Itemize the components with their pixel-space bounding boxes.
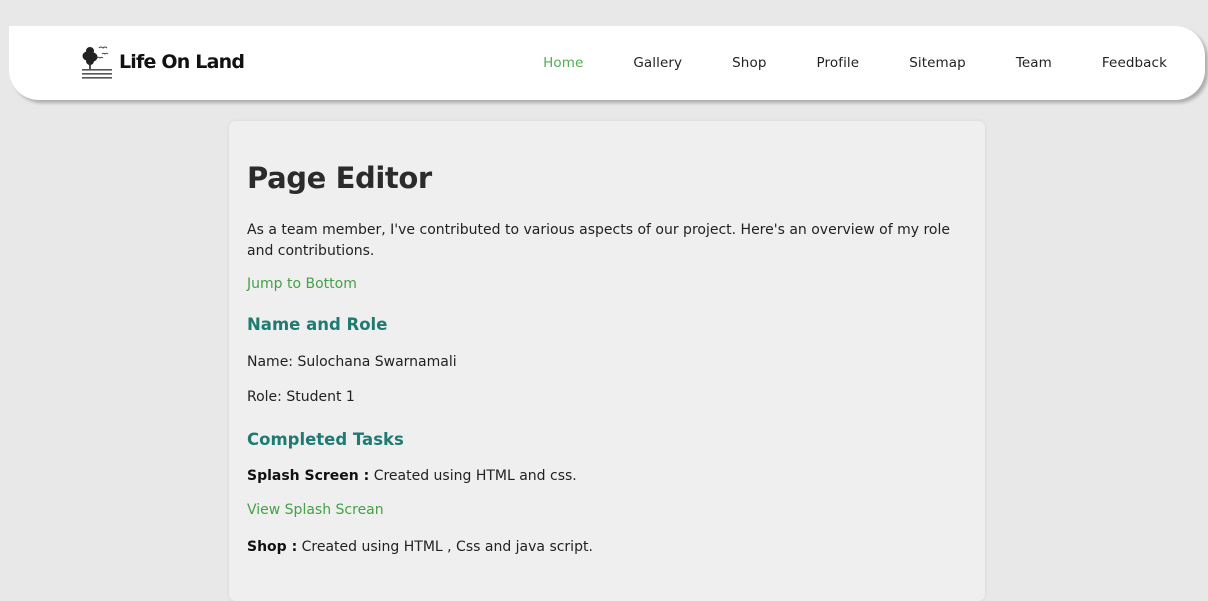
nav-shop[interactable]: Shop xyxy=(732,55,766,71)
content-card: Page Editor As a team member, I've contr… xyxy=(229,121,985,601)
tree-bird-logo-icon xyxy=(82,46,112,79)
nav-gallery[interactable]: Gallery xyxy=(633,55,682,71)
brand-logo[interactable]: Life On Land xyxy=(81,40,245,84)
nav-sitemap[interactable]: Sitemap xyxy=(909,55,966,71)
main-nav: Home Gallery Shop Profile Sitemap Team F… xyxy=(493,26,1167,100)
page-title: Page Editor xyxy=(247,161,432,195)
name-role-heading: Name and Role xyxy=(247,315,388,334)
view-splash-screen-link[interactable]: View Splash Screan xyxy=(247,502,384,518)
task-description: Created using HTML , Css and java script… xyxy=(297,539,593,555)
intro-text: As a team member, I've contributed to va… xyxy=(247,222,950,259)
task-title: Shop : xyxy=(247,539,298,555)
jump-to-bottom-link[interactable]: Jump to Bottom xyxy=(247,276,357,292)
navbar: Life On Land Home Gallery Shop Profile S… xyxy=(9,26,1205,100)
task-description: Created using HTML and css. xyxy=(369,468,577,484)
nav-team[interactable]: Team xyxy=(1016,55,1052,71)
role-line: Role: Student 1 xyxy=(247,389,355,405)
task-title: Splash Screen : xyxy=(247,468,370,484)
nav-home[interactable]: Home xyxy=(543,55,583,71)
nav-feedback[interactable]: Feedback xyxy=(1102,55,1167,71)
task-shop: Shop : Created using HTML , Css and java… xyxy=(247,537,593,558)
brand-name: Life On Land xyxy=(119,51,245,73)
task-splash-screen: Splash Screen : Created using HTML and c… xyxy=(247,466,577,487)
name-line: Name: Sulochana Swarnamali xyxy=(247,354,457,370)
completed-tasks-heading: Completed Tasks xyxy=(247,430,404,449)
nav-profile[interactable]: Profile xyxy=(817,55,860,71)
